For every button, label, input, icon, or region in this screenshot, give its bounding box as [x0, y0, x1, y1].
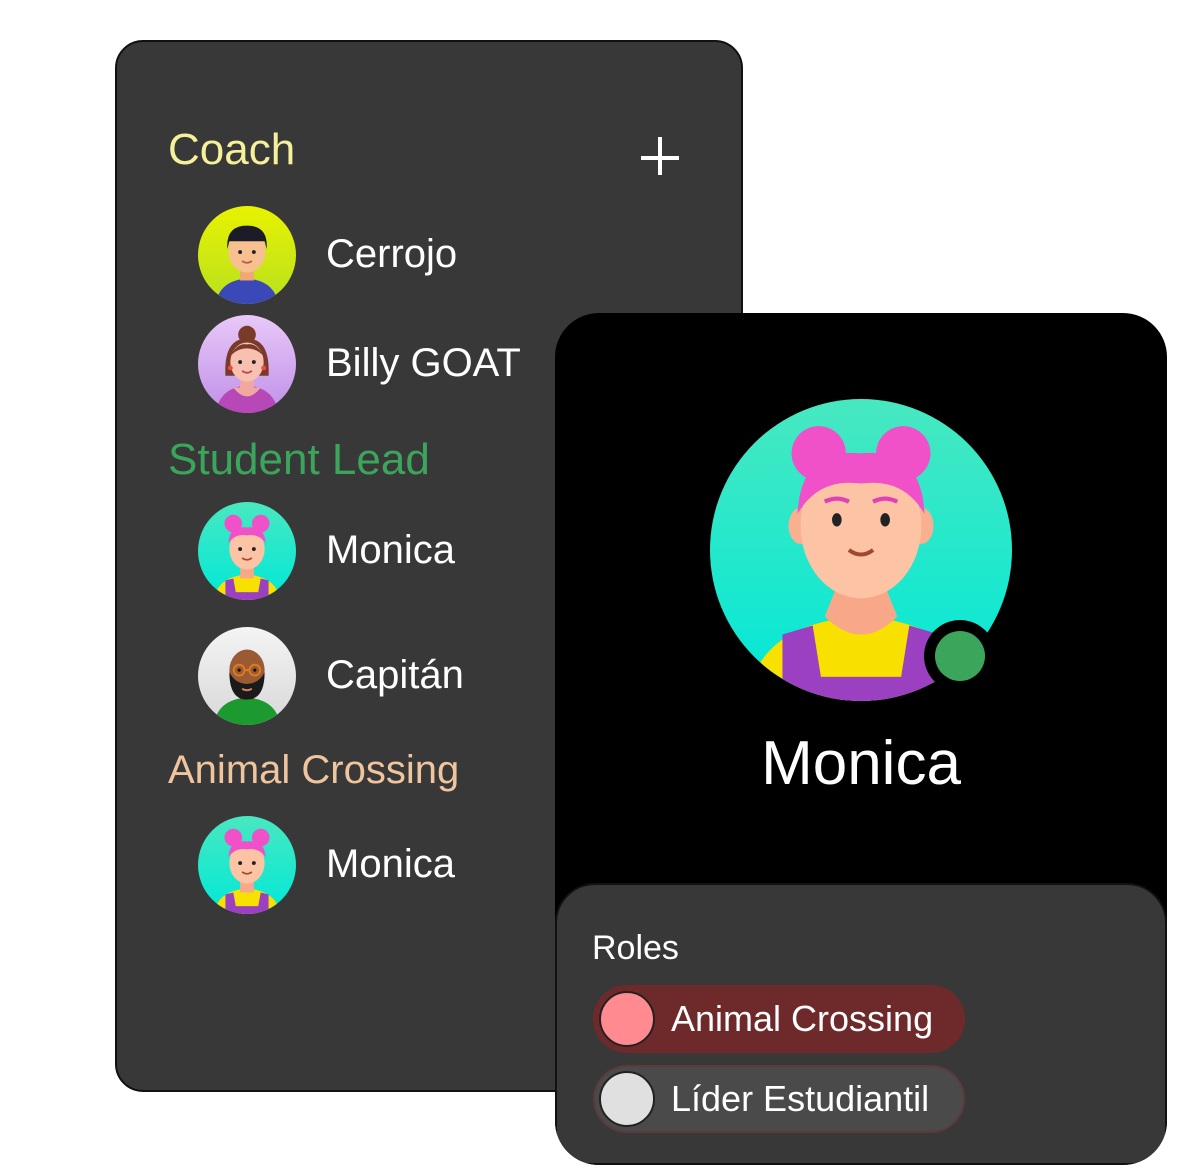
role-name: Animal Crossing — [671, 998, 934, 1039]
member-name: Monica — [326, 528, 455, 572]
role-name: Líder Estudiantil — [671, 1078, 930, 1119]
group-title-student-lead: Student Lead — [168, 435, 430, 484]
group-title-animal-crossing: Animal Crossing — [168, 748, 460, 792]
member-name: Cerrojo — [326, 232, 458, 276]
role-color-dot — [599, 1071, 655, 1127]
member-name: Monica — [326, 842, 455, 886]
profile-name: Monica — [761, 729, 961, 798]
plus-icon[interactable] — [641, 136, 685, 180]
role-chip-animal-crossing[interactable]: Animal Crossing — [593, 985, 965, 1053]
online-status-indicator — [924, 620, 996, 692]
member-item-cerrojo[interactable]: Cerrojo — [198, 206, 578, 304]
bearded-man-avatar — [198, 627, 296, 725]
group-title-coach: Coach — [168, 125, 296, 174]
member-item-monica[interactable]: Monica — [198, 816, 578, 914]
member-item-capitan[interactable]: Capitán — [198, 627, 578, 725]
profile-card: Monica Roles Animal Crossing Líder Estud… — [555, 313, 1167, 1165]
woman-avatar — [198, 315, 296, 413]
member-name: Billy GOAT — [326, 341, 521, 385]
boy-avatar — [198, 206, 296, 304]
girl-pink-hair-avatar — [198, 816, 296, 914]
member-item-billy-goat[interactable]: Billy GOAT — [198, 315, 578, 413]
girl-pink-hair-avatar — [198, 502, 296, 600]
role-color-dot — [599, 991, 655, 1047]
member-item-monica[interactable]: Monica — [198, 502, 578, 600]
member-name: Capitán — [326, 653, 464, 697]
role-chip-lider-estudiantil[interactable]: Líder Estudiantil — [593, 1065, 965, 1133]
roles-label: Roles — [592, 929, 679, 967]
roles-section: Roles Animal Crossing Líder Estudiantil — [555, 883, 1167, 1165]
